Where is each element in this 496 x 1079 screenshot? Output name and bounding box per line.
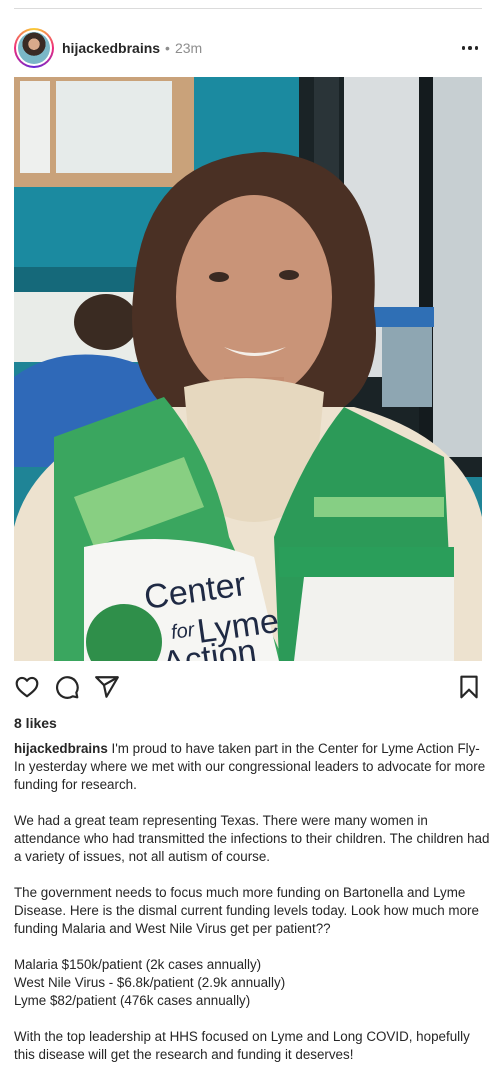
post-timestamp[interactable]: 23m	[175, 40, 202, 56]
caption-paragraph-4: With the top leadership at HHS focused o…	[14, 1029, 470, 1062]
caption-paragraph-3: The government needs to focus much more …	[14, 885, 479, 936]
share-icon[interactable]	[94, 674, 120, 700]
post-actions-bar	[14, 674, 482, 700]
top-divider	[14, 8, 482, 9]
heart-icon[interactable]	[14, 674, 40, 700]
stat-west-nile: West Nile Virus - $6.8k/patient (2.9k an…	[14, 975, 286, 990]
bookmark-icon[interactable]	[456, 674, 482, 700]
caption-paragraph-1: hijackedbrains I'm proud to have taken p…	[14, 740, 490, 794]
post-header: hijackedbrains • 23m	[14, 27, 482, 69]
avatar[interactable]	[18, 32, 50, 64]
post-username[interactable]: hijackedbrains	[62, 40, 160, 56]
avatar-story-ring[interactable]	[14, 28, 54, 68]
comment-icon[interactable]	[54, 674, 80, 700]
stat-malaria: Malaria $150k/patient (2k cases annually…	[14, 957, 262, 972]
post-caption: hijackedbrains I'm proud to have taken p…	[14, 740, 490, 1079]
likes-count[interactable]: 8 likes	[14, 715, 57, 731]
caption-paragraph-2: We had a great team representing Texas. …	[14, 813, 490, 864]
stat-lyme: Lyme $82/patient (476k cases annually)	[14, 993, 251, 1008]
caption-username[interactable]: hijackedbrains	[14, 741, 108, 756]
caption-stats: Malaria $150k/patient (2k cases annually…	[14, 956, 490, 1010]
more-options-icon[interactable]	[458, 36, 482, 60]
post-photo[interactable]: Center for Lyme Action	[14, 77, 482, 661]
separator-dot: •	[165, 40, 170, 56]
